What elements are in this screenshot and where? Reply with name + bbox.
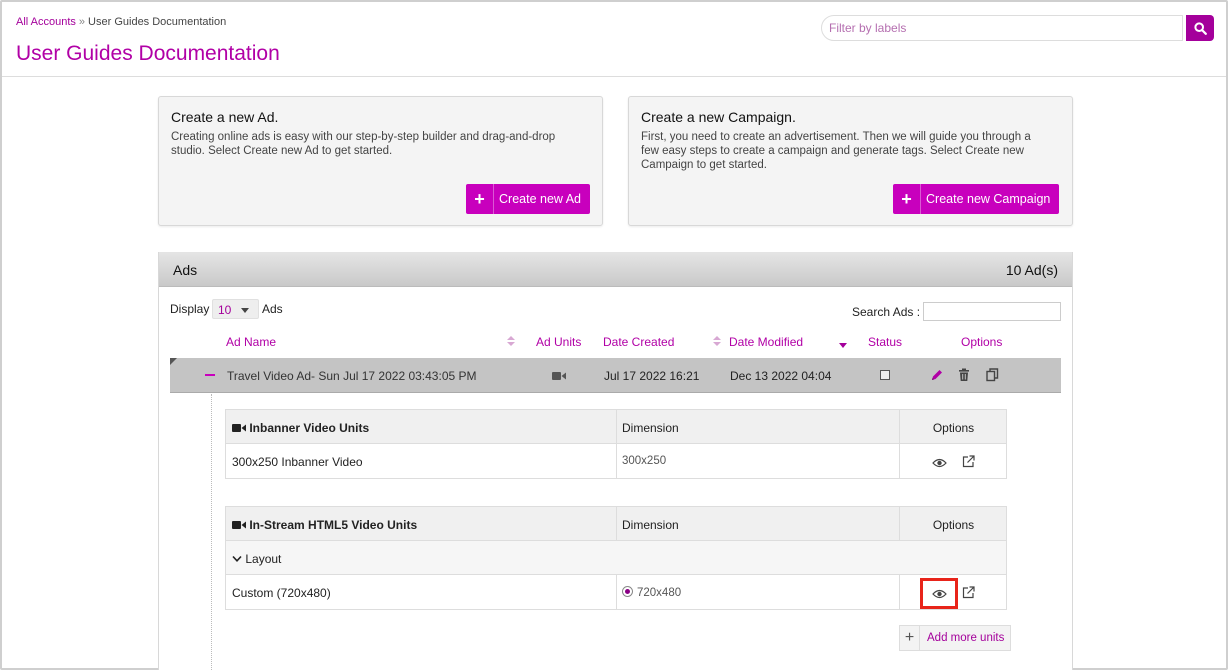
- plus-icon: +: [900, 626, 920, 650]
- col-ad-name[interactable]: Ad Name: [226, 335, 276, 349]
- instream-header-row: In-Stream HTML5 Video Units Dimension Op…: [226, 507, 1006, 541]
- col-status[interactable]: Status: [868, 335, 902, 349]
- create-new-ad-button[interactable]: + Create new Ad: [466, 184, 590, 214]
- add-more-units-button[interactable]: + Add more units: [899, 625, 1012, 651]
- video-camera-icon: [552, 370, 566, 384]
- inbanner-unit-name: 300x250 Inbanner Video: [232, 455, 363, 469]
- create-campaign-text-line2: few easy steps to create a campaign and …: [641, 145, 1024, 157]
- create-new-ad-label: Create new Ad: [499, 192, 581, 206]
- instream-unit-dimension: 720x480: [616, 575, 899, 609]
- dimension-radio[interactable]: [622, 586, 633, 597]
- inbanner-unit-dimension: 300x250: [616, 444, 899, 478]
- video-camera-icon: [232, 424, 246, 432]
- caret-down-icon: [241, 308, 249, 313]
- copy-icon[interactable]: [986, 368, 999, 385]
- display-count-value: 10: [218, 303, 232, 317]
- ad-row[interactable]: Travel Video Ad- Sun Jul 17 2022 03:43:0…: [170, 358, 1061, 393]
- search-ads-input[interactable]: [923, 302, 1061, 321]
- create-ad-description: Creating online ads is easy with our ste…: [171, 130, 555, 158]
- display-label: Display: [170, 302, 210, 316]
- create-ad-text-line1: Creating online ads is easy with our ste…: [171, 131, 556, 143]
- add-more-units-label: Add more units: [927, 632, 1005, 644]
- create-campaign-text-line3: Campaign to get started.: [641, 159, 767, 171]
- chevron-down-icon: [232, 555, 242, 562]
- search-ads-label: Search Ads :: [852, 305, 921, 319]
- sort-icon[interactable]: [507, 336, 515, 348]
- create-campaign-card: Create a new Campaign. First, you need t…: [628, 96, 1073, 226]
- breadcrumb-separator: »: [78, 16, 86, 28]
- minus-icon[interactable]: [205, 374, 215, 376]
- inbanner-unit-options: [899, 444, 1007, 478]
- create-campaign-text-line1: First, you need to create an advertiseme…: [641, 131, 1031, 143]
- page-title: User Guides Documentation: [16, 42, 280, 65]
- inbanner-header: Inbanner Video Units: [232, 421, 369, 435]
- layout-group-label: Layout: [245, 552, 282, 566]
- header-divider: [2, 76, 1226, 77]
- eye-icon[interactable]: [932, 458, 947, 468]
- ad-name[interactable]: Travel Video Ad- Sun Jul 17 2022 03:43:0…: [227, 369, 477, 383]
- ads-panel-title: Ads: [173, 262, 198, 278]
- create-campaign-description: First, you need to create an advertiseme…: [641, 130, 1031, 172]
- col-ad-units[interactable]: Ad Units: [536, 335, 581, 349]
- create-ad-card: Create a new Ad. Creating online ads is …: [158, 96, 603, 226]
- search-button[interactable]: [1186, 15, 1214, 41]
- ads-panel-header: Ads 10 Ad(s): [159, 252, 1072, 287]
- filter-by-labels[interactable]: [821, 15, 1183, 41]
- edit-pencil-icon[interactable]: [930, 368, 944, 385]
- ad-date-modified: Dec 13 2022 04:04: [730, 369, 832, 383]
- plus-icon: +: [893, 184, 921, 214]
- external-link-icon[interactable]: [962, 455, 975, 468]
- inbanner-options-header: Options: [899, 410, 1007, 443]
- display-suffix: Ads: [262, 302, 283, 316]
- inbanner-units-table: Inbanner Video Units Dimension Options 3…: [225, 409, 1007, 479]
- create-new-campaign-button[interactable]: + Create new Campaign: [893, 184, 1060, 214]
- trash-icon[interactable]: [958, 368, 970, 385]
- breadcrumb-current: User Guides Documentation: [88, 16, 227, 28]
- sort-desc-icon[interactable]: [839, 343, 847, 348]
- instream-unit-dimension-value: 720x480: [637, 587, 682, 599]
- instream-header: In-Stream HTML5 Video Units: [232, 518, 417, 532]
- ad-date-created: Jul 17 2022 16:21: [604, 369, 700, 383]
- inbanner-unit-row: 300x250 Inbanner Video 300x250: [226, 444, 1006, 478]
- tree-connector-line: [211, 394, 212, 670]
- row-corner-marker: [170, 358, 177, 365]
- inbanner-header-label: Inbanner Video Units: [249, 421, 370, 435]
- create-ad-title: Create a new Ad.: [171, 109, 279, 125]
- status-checkbox[interactable]: [880, 370, 890, 380]
- create-ad-text-line2: studio. Select Create new Ad to get star…: [171, 145, 393, 157]
- filter-input[interactable]: [822, 16, 1162, 40]
- col-options: Options: [961, 335, 1003, 349]
- highlight-box: [920, 578, 958, 609]
- inbanner-dimension-header: Dimension: [616, 410, 899, 443]
- ads-count: 10 Ad(s): [1005, 262, 1058, 278]
- breadcrumb-all-accounts-link[interactable]: All Accounts: [16, 16, 76, 28]
- instream-unit-name: Custom (720x480): [232, 586, 331, 600]
- plus-icon: +: [466, 184, 494, 214]
- col-date-created[interactable]: Date Created: [603, 335, 674, 349]
- layout-group-row[interactable]: Layout: [226, 541, 1006, 575]
- breadcrumb: All Accounts» User Guides Documentation: [16, 16, 226, 28]
- layout-group[interactable]: Layout: [232, 552, 281, 566]
- instream-options-header: Options: [899, 507, 1007, 540]
- inbanner-header-row: Inbanner Video Units Dimension Options: [226, 410, 1006, 444]
- create-campaign-title: Create a new Campaign.: [641, 109, 796, 125]
- instream-header-label: In-Stream HTML5 Video Units: [249, 518, 418, 532]
- create-new-campaign-label: Create new Campaign: [926, 192, 1051, 206]
- search-icon: [1193, 21, 1207, 35]
- external-link-icon[interactable]: [962, 586, 975, 599]
- video-camera-icon: [232, 521, 246, 529]
- sort-icon[interactable]: [713, 336, 721, 348]
- instream-units-table: In-Stream HTML5 Video Units Dimension Op…: [225, 506, 1007, 610]
- col-date-modified[interactable]: Date Modified: [729, 335, 803, 349]
- display-count-select[interactable]: 10: [212, 299, 259, 319]
- instream-dimension-header: Dimension: [616, 507, 899, 540]
- instream-unit-row: Custom (720x480) 720x480: [226, 575, 1006, 609]
